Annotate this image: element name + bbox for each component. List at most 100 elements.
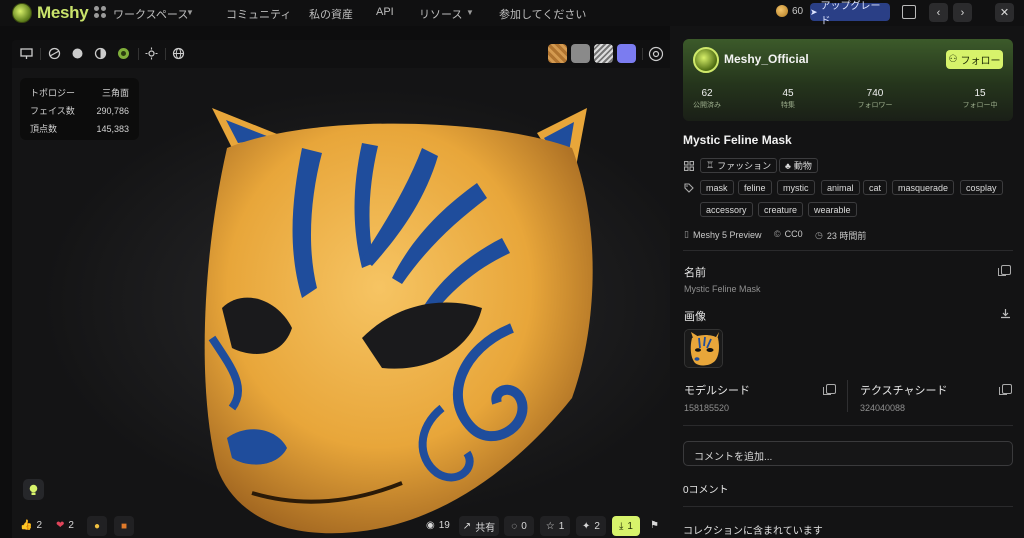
stat-value: 62 — [701, 88, 713, 99]
forward-button[interactable]: › — [953, 3, 972, 22]
copy-texture-seed-icon[interactable] — [999, 384, 1012, 395]
category-tag-animal[interactable]: ♣ 動物 — [779, 158, 818, 173]
section-divider — [683, 250, 1013, 251]
solid-shading-icon[interactable] — [71, 47, 84, 60]
faces-value: 290,786 — [96, 106, 129, 116]
sparkle-icon: ✦ — [582, 520, 591, 532]
copy-name-icon[interactable] — [998, 265, 1011, 276]
comment-icon: ◌ — [511, 520, 518, 532]
stat-label: 公開済み — [693, 102, 721, 109]
tag-icon — [684, 183, 694, 193]
nav-workspace[interactable]: ワークスペース — [113, 6, 188, 22]
brand-name: Meshy — [37, 3, 89, 22]
tag-accessory[interactable]: accessory — [700, 202, 753, 217]
gift-icon: ■ — [120, 520, 128, 532]
author-stat-followers[interactable]: 740 フォロワー — [845, 88, 905, 110]
tag-wearable[interactable]: wearable — [808, 202, 857, 217]
tag-feline[interactable]: feline — [738, 180, 772, 195]
settings-icon[interactable] — [648, 46, 664, 62]
upgrade-button[interactable]: ➤ アップグレード — [810, 1, 890, 27]
nav-api[interactable]: API — [376, 6, 394, 18]
close-button[interactable]: ✕ — [995, 3, 1014, 22]
nav-assets[interactable]: 私の資産 — [309, 6, 353, 22]
nav-community[interactable]: コミュニティ — [226, 6, 291, 22]
credits-display[interactable]: 60 — [776, 5, 803, 17]
category-tag-fashion[interactable]: ♖ ファッション — [700, 158, 778, 173]
chevron-down-icon: ▼ — [466, 8, 474, 17]
texture-shading-icon[interactable] — [117, 47, 130, 60]
star-button[interactable]: ☆ 1 — [540, 516, 570, 536]
time-value: 23 時間前 — [826, 231, 867, 241]
chevron-down-icon: ▼ — [186, 8, 194, 17]
texture-seed-value: 324040088 — [860, 403, 906, 413]
category-label: ファッション — [717, 161, 772, 171]
user-plus-icon: ⚇ — [948, 54, 958, 65]
comment-input[interactable]: コメントを追加... — [683, 441, 1013, 466]
tag-creature[interactable]: creature — [758, 202, 804, 217]
toolbar-divider — [165, 48, 166, 60]
share-icon: ↗ — [462, 520, 472, 532]
texture-swatch-normal[interactable] — [617, 44, 636, 63]
lightbulb-icon — [29, 484, 38, 495]
download-button[interactable]: ⤓ 1 — [612, 516, 640, 536]
heart-icon: ❤ — [56, 520, 65, 531]
tag-mystic[interactable]: mystic — [777, 180, 815, 195]
matcap-icon[interactable] — [94, 47, 107, 60]
texture-swatch-roughness[interactable] — [594, 44, 613, 63]
credits-value: 60 — [792, 5, 804, 17]
stat-value: 740 — [866, 88, 884, 99]
back-button[interactable]: ‹ — [929, 3, 948, 22]
heart-reaction[interactable]: ❤ 2 — [56, 520, 74, 531]
environment-icon[interactable] — [172, 47, 185, 60]
vertices-label: 頂点数 — [30, 124, 58, 134]
smile-icon: ● — [93, 520, 101, 532]
gift-reaction-button[interactable]: ■ — [114, 516, 134, 536]
comments-button[interactable]: ◌ 0 — [504, 516, 534, 536]
model-viewer[interactable]: トポロジー 三角面 フェイス数 290,786 頂点数 145,383 — [12, 40, 670, 538]
image-label: 画像 — [684, 311, 706, 323]
license-icon: © — [774, 229, 781, 239]
author-name[interactable]: Meshy_Official — [724, 52, 809, 66]
model-seed-value: 158185520 — [684, 403, 730, 413]
nav-resources[interactable]: リソース — [419, 6, 462, 22]
image-thumbnail[interactable] — [684, 329, 723, 368]
name-label: 名前 — [684, 267, 706, 279]
tag-mask[interactable]: mask — [700, 180, 734, 195]
nav-join[interactable]: 参加してください — [499, 6, 586, 22]
avatar[interactable] — [693, 47, 719, 73]
like-reaction[interactable]: 👍 2 — [20, 520, 42, 531]
stars-value: 1 — [558, 520, 565, 532]
time-meta: ◷ 23 時間前 — [815, 229, 866, 242]
download-image-icon[interactable] — [1000, 308, 1011, 319]
close-icon: ✕ — [999, 7, 1010, 19]
heart-count: 2 — [68, 520, 74, 531]
tag-animal[interactable]: animal — [821, 180, 860, 195]
emoji-reaction-button[interactable]: ● — [87, 516, 107, 536]
brand-logo[interactable]: Meshy — [12, 3, 89, 23]
report-button[interactable]: ⚑ — [650, 520, 659, 531]
views-value: 19 — [438, 520, 450, 531]
remix-button[interactable]: ✦ 2 — [576, 516, 606, 536]
tag-cosplay[interactable]: cosplay — [960, 180, 1003, 195]
texture-swatch-metal[interactable] — [571, 44, 590, 63]
toolbar-divider — [40, 48, 41, 60]
stat-value: 15 — [974, 88, 986, 99]
model-preview-mask — [204, 108, 593, 534]
copy-model-seed-icon[interactable] — [823, 384, 836, 395]
downloads-value: 1 — [627, 520, 633, 532]
monitor-icon[interactable] — [20, 47, 33, 60]
model-seed-label: モデルシード — [684, 385, 750, 397]
share-button[interactable]: ↗ 共有 — [459, 516, 499, 536]
wireframe-icon[interactable] — [48, 47, 61, 60]
texture-swatch-base[interactable] — [548, 44, 567, 63]
engine-value: Meshy 5 Preview — [692, 229, 762, 240]
author-stat-following[interactable]: 15 フォロー中 — [950, 88, 1010, 110]
tag-masquerade[interactable]: masquerade — [892, 180, 955, 195]
follow-button[interactable]: ⚇ フォロー — [946, 50, 1003, 69]
light-toggle-button[interactable] — [23, 479, 44, 500]
gift-icon[interactable] — [902, 5, 916, 19]
eye-icon: ◉ — [426, 520, 435, 531]
tag-cat[interactable]: cat — [863, 180, 888, 195]
rocket-icon: ➤ — [810, 6, 818, 17]
lighting-icon[interactable] — [145, 47, 158, 60]
